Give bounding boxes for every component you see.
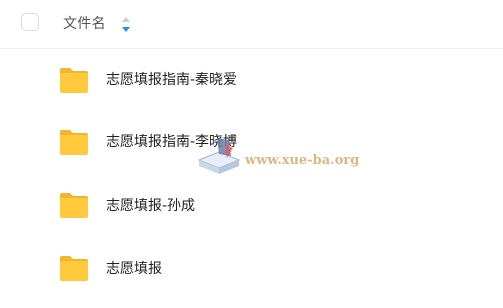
sort-icon[interactable] xyxy=(121,16,131,33)
list-item-folder[interactable]: 志愿填报指南-秦晓爱 xyxy=(0,48,503,108)
folder-icon xyxy=(60,256,88,281)
list-item-folder[interactable]: 志愿填报-孙成 xyxy=(0,177,503,237)
column-header-filename[interactable]: 文件名 xyxy=(63,15,106,33)
file-list-header: 文件名 xyxy=(0,0,503,49)
folder-name[interactable]: 志愿填报指南-李晓博 xyxy=(106,133,237,151)
folder-icon xyxy=(60,130,88,155)
file-list-panel: 文件名 志愿填报指南-秦晓爱 志愿填报指南-李晓博 志愿填报-孙成 志愿填报 w… xyxy=(0,0,503,308)
folder-name[interactable]: 志愿填报-孙成 xyxy=(106,197,195,215)
list-item-folder[interactable]: 志愿填报 xyxy=(0,238,503,298)
list-item-folder[interactable]: 志愿填报指南-李晓博 xyxy=(0,109,503,169)
folder-icon xyxy=(60,193,88,218)
folder-icon xyxy=(60,68,88,93)
select-all-checkbox[interactable] xyxy=(21,13,39,31)
folder-name[interactable]: 志愿填报指南-秦晓爱 xyxy=(106,71,237,89)
folder-name[interactable]: 志愿填报 xyxy=(106,260,162,278)
